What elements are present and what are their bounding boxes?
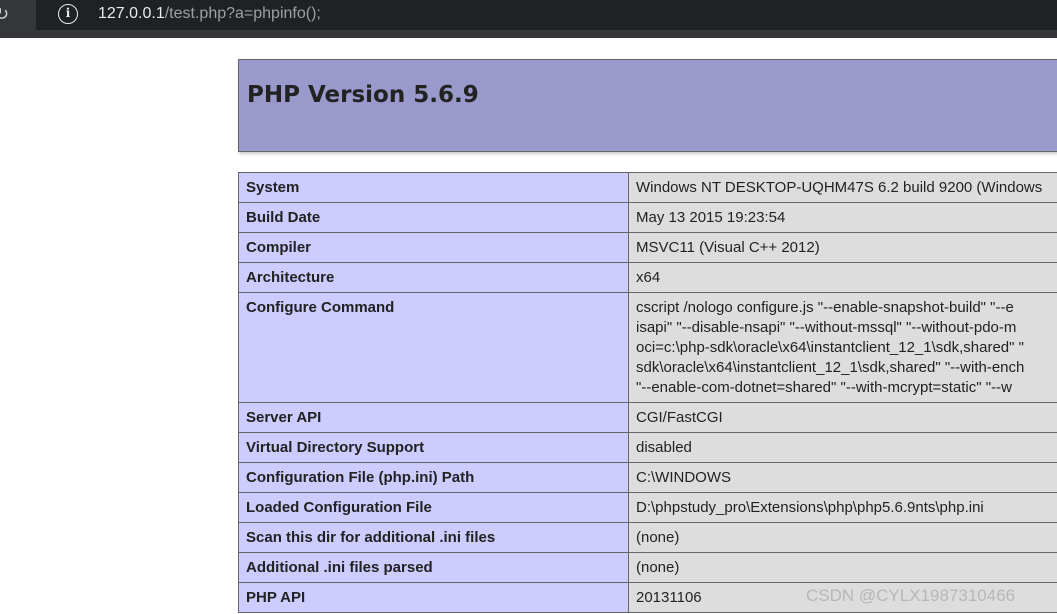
row-key: Scan this dir for additional .ini files (238, 522, 629, 553)
url-text[interactable]: 127.0.0.1/test.php?a=phpinfo(); (98, 3, 321, 25)
row-key: Configure Command (238, 292, 629, 403)
page-title: PHP Version 5.6.9 (247, 82, 479, 108)
table-row: Configure Command cscript /nologo config… (238, 292, 1057, 403)
table-row: Compiler MSVC11 (Visual C++ 2012) (238, 232, 1057, 263)
url-path: /test.php?a=phpinfo(); (164, 5, 321, 22)
configure-line: oci=c:\php-sdk\oracle\x64\instantclient_… (636, 339, 1024, 356)
row-key: Compiler (238, 232, 629, 263)
site-info-icon[interactable]: i (58, 4, 78, 24)
table-row: System Windows NT DESKTOP-UQHM47S 6.2 bu… (238, 172, 1057, 203)
table-row: Virtual Directory Support disabled (238, 432, 1057, 463)
browser-toolbar: ↻ i 127.0.0.1/test.php?a=phpinfo(); (0, 0, 1057, 38)
row-key: Build Date (238, 202, 629, 233)
configure-line: sdk\oracle\x64\instantclient_12_1\sdk,sh… (636, 359, 1025, 376)
table-row: Architecture x64 (238, 262, 1057, 293)
row-value: CGI/FastCGI (628, 402, 1057, 433)
row-value: (none) (628, 552, 1057, 583)
row-key: Architecture (238, 262, 629, 293)
row-key: PHP API (238, 582, 629, 613)
table-row: Scan this dir for additional .ini files … (238, 522, 1057, 553)
row-value: disabled (628, 432, 1057, 463)
table-row: Server API CGI/FastCGI (238, 402, 1057, 433)
table-row: Build Date May 13 2015 19:23:54 (238, 202, 1057, 233)
table-row: Loaded Configuration File D:\phpstudy_pr… (238, 492, 1057, 523)
row-key: Virtual Directory Support (238, 432, 629, 463)
row-key: Server API (238, 402, 629, 433)
row-key: Loaded Configuration File (238, 492, 629, 523)
php-version-header: PHP Version 5.6.9 (238, 59, 1057, 152)
row-value: D:\phpstudy_pro\Extensions\php\php5.6.9n… (628, 492, 1057, 523)
row-value: x64 (628, 262, 1057, 293)
row-value: MSVC11 (Visual C++ 2012) (628, 232, 1057, 263)
address-bar[interactable]: i 127.0.0.1/test.php?a=phpinfo(); (36, 0, 1057, 30)
row-value: May 13 2015 19:23:54 (628, 202, 1057, 233)
csdn-watermark: CSDN @CYLX1987310466 (806, 586, 1016, 605)
table-row: Configuration File (php.ini) Path C:\WIN… (238, 462, 1057, 493)
row-key: Additional .ini files parsed (238, 552, 629, 583)
row-value: Windows NT DESKTOP-UQHM47S 6.2 build 920… (628, 172, 1057, 203)
configure-line: cscript /nologo configure.js "--enable-s… (636, 299, 1014, 316)
row-value: (none) (628, 522, 1057, 553)
reload-icon[interactable]: ↻ (0, 5, 14, 25)
configure-line: isapi" "--disable-nsapi" "--without-mssq… (636, 319, 1017, 336)
row-key: Configuration File (php.ini) Path (238, 462, 629, 493)
row-key: System (238, 172, 629, 203)
table-row: Additional .ini files parsed (none) (238, 552, 1057, 583)
configure-line: "--enable-com-dotnet=shared" "--with-mcr… (636, 379, 1012, 396)
row-value-configure-command: cscript /nologo configure.js "--enable-s… (628, 292, 1057, 403)
phpinfo-table: System Windows NT DESKTOP-UQHM47S 6.2 bu… (238, 172, 1057, 613)
url-host: 127.0.0.1 (98, 5, 165, 22)
row-value: C:\WINDOWS (628, 462, 1057, 493)
